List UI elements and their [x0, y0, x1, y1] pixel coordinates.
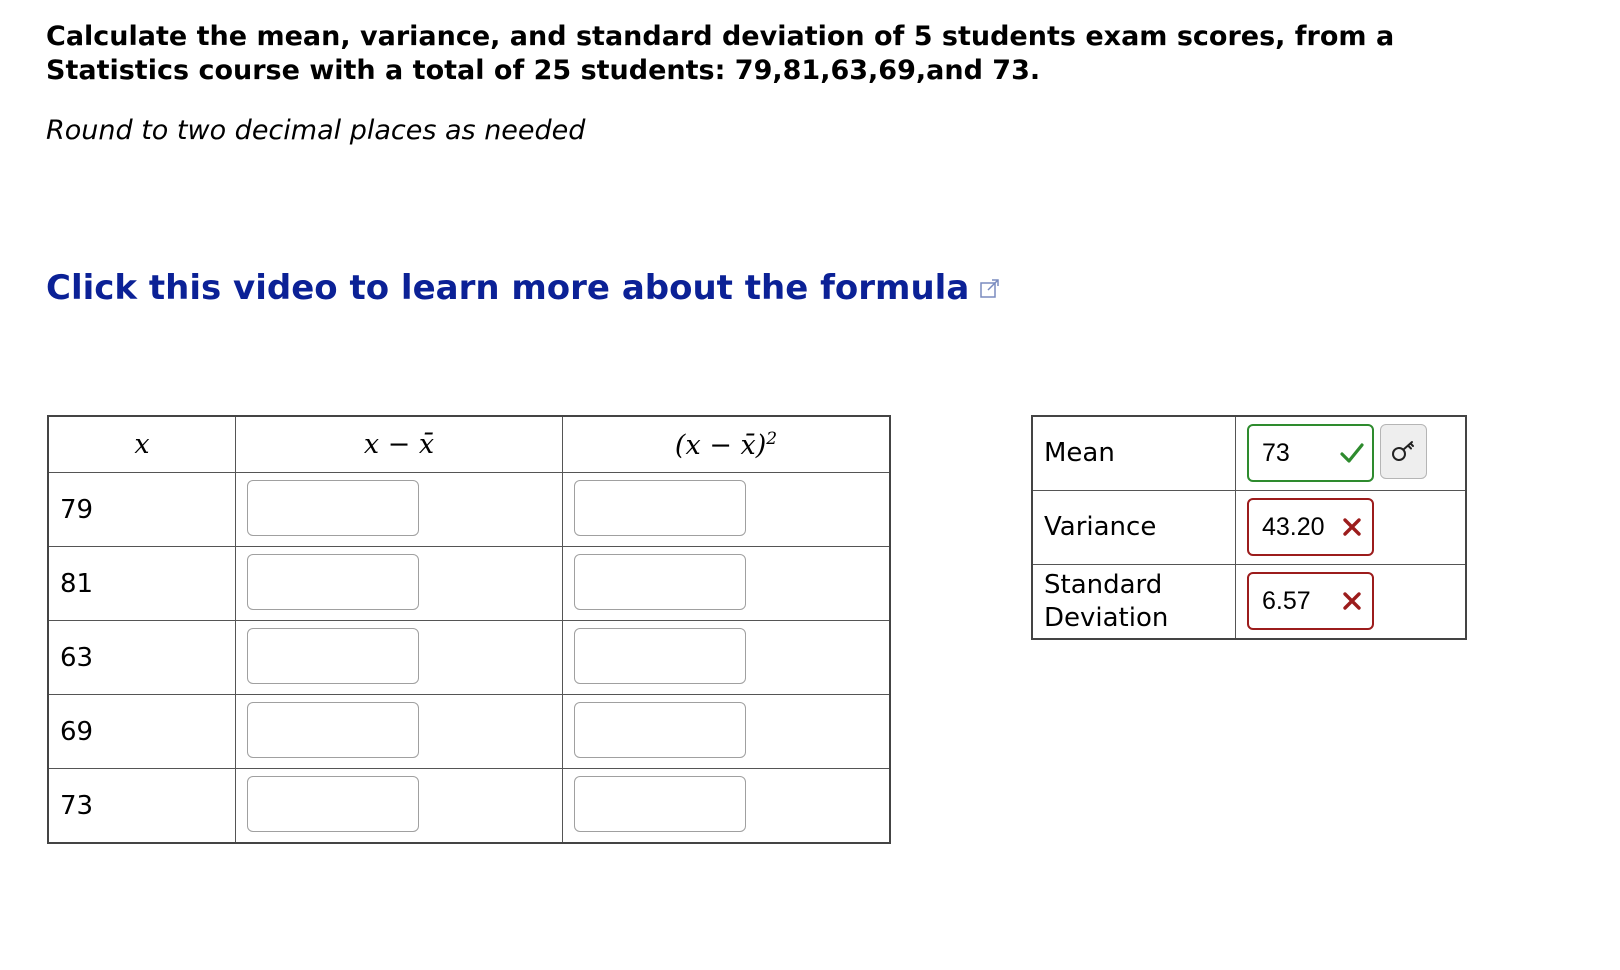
- x-cell: 81: [47, 546, 236, 621]
- variance-value: 43.20: [1262, 512, 1325, 541]
- deviation-cell: [235, 472, 563, 547]
- deviation-cell: [235, 546, 563, 621]
- x-cell: 79: [47, 472, 236, 547]
- table-header-row: x x − x̄ (x − x̄)2: [47, 415, 891, 473]
- x-value: 79: [60, 495, 94, 525]
- page: Calculate the mean, variance, and standa…: [0, 0, 1620, 970]
- instruction-text: Round to two decimal places as needed: [46, 115, 586, 146]
- std-dev-value: 6.57: [1262, 586, 1311, 615]
- table-row: 81: [47, 546, 891, 621]
- question-text: Calculate the mean, variance, and standa…: [46, 21, 1395, 86]
- deviation-input[interactable]: [247, 776, 419, 832]
- variance-cell: 43.20: [1235, 490, 1467, 565]
- deviation-input[interactable]: [247, 480, 419, 536]
- squared-deviation-input[interactable]: [574, 702, 746, 758]
- mean-answer-box[interactable]: 73: [1247, 424, 1374, 482]
- x-value: 63: [60, 643, 94, 673]
- cross-icon: [1343, 518, 1361, 536]
- std-dev-label-line1: Standard: [1044, 569, 1163, 600]
- x-value: 69: [60, 717, 94, 747]
- squared-deviation-input[interactable]: [574, 554, 746, 610]
- squared-cell: [562, 620, 891, 695]
- squared-deviation-input[interactable]: [574, 480, 746, 536]
- header-squared-base: (x − x̄): [674, 429, 767, 461]
- squared-cell: [562, 472, 891, 547]
- header-squared-deviation: (x − x̄)2: [562, 415, 891, 473]
- results-table: Mean 73 Variance 43.20 Standard Deviatio…: [1031, 415, 1467, 640]
- external-link-icon: [980, 279, 1000, 298]
- checkmark-icon: [1340, 443, 1364, 463]
- squared-cell: [562, 546, 891, 621]
- std-dev-row: Standard Deviation 6.57: [1031, 564, 1467, 640]
- x-cell: 73: [47, 768, 236, 844]
- deviation-cell: [235, 694, 563, 769]
- x-cell: 69: [47, 694, 236, 769]
- key-icon: [1391, 440, 1414, 461]
- mean-label: Mean: [1031, 415, 1236, 491]
- variance-row: Variance 43.20: [1031, 490, 1467, 565]
- deviation-input[interactable]: [247, 628, 419, 684]
- deviation-cell: [235, 620, 563, 695]
- header-squared-exponent: 2: [766, 428, 778, 449]
- x-value: 73: [60, 791, 94, 821]
- squared-deviation-input[interactable]: [574, 776, 746, 832]
- variance-answer-box[interactable]: 43.20: [1247, 498, 1374, 556]
- std-dev-label: Standard Deviation: [1031, 564, 1236, 640]
- squared-deviation-input[interactable]: [574, 628, 746, 684]
- std-dev-answer-box[interactable]: 6.57: [1247, 572, 1374, 630]
- table-row: 73: [47, 768, 891, 844]
- std-dev-cell: 6.57: [1235, 564, 1467, 640]
- table-row: 79: [47, 472, 891, 547]
- x-value: 81: [60, 569, 94, 599]
- std-dev-label-line2: Deviation: [1044, 602, 1169, 633]
- cross-icon: [1343, 592, 1361, 610]
- variance-label: Variance: [1031, 490, 1236, 565]
- header-x: x: [47, 415, 236, 473]
- deviation-input[interactable]: [247, 554, 419, 610]
- calculation-table: x x − x̄ (x − x̄)2 79 81 63 69 73: [47, 415, 891, 844]
- answer-key-button[interactable]: [1380, 424, 1427, 479]
- x-cell: 63: [47, 620, 236, 695]
- squared-cell: [562, 694, 891, 769]
- deviation-input[interactable]: [247, 702, 419, 758]
- squared-cell: [562, 768, 891, 844]
- mean-row: Mean 73: [1031, 415, 1467, 491]
- table-row: 63: [47, 620, 891, 695]
- header-deviation: x − x̄: [235, 415, 563, 473]
- video-link[interactable]: Click this video to learn more about the…: [46, 268, 1001, 308]
- table-row: 69: [47, 694, 891, 769]
- video-link-label: Click this video to learn more about the…: [46, 268, 970, 308]
- mean-value: 73: [1262, 438, 1290, 467]
- mean-cell: 73: [1235, 415, 1467, 491]
- deviation-cell: [235, 768, 563, 844]
